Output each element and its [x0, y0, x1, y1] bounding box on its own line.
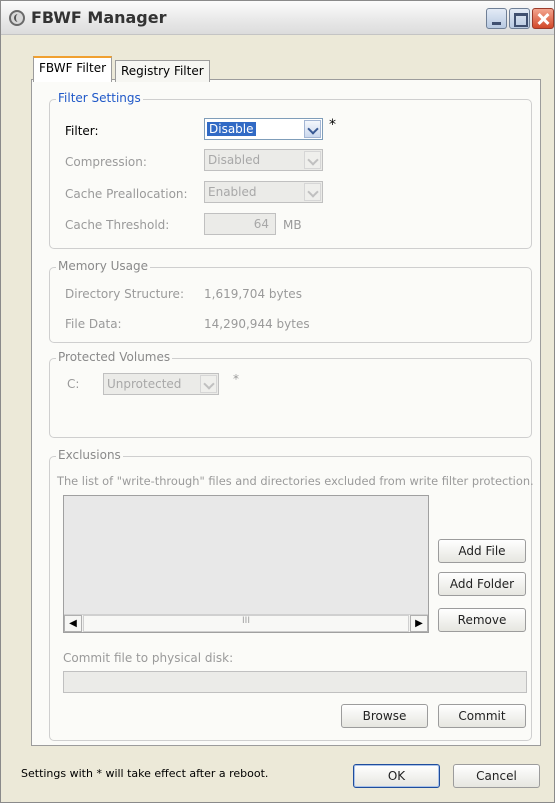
cache-threshold-unit: MB — [283, 218, 302, 232]
close-button[interactable] — [532, 8, 554, 29]
ok-button[interactable]: OK — [353, 764, 440, 788]
tab-fbwf-filter[interactable]: FBWF Filter — [33, 56, 113, 82]
protected-volumes-title: Protected Volumes — [56, 350, 173, 364]
browse-button[interactable]: Browse — [341, 704, 428, 728]
tab-registry-filter[interactable]: Registry Filter — [115, 60, 210, 82]
compression-value: Disabled — [208, 153, 261, 167]
fbwf-manager-window: FBWF Manager FBWF Filter Registry Filter… — [0, 0, 555, 803]
filter-settings-title: Filter Settings — [56, 91, 143, 105]
filter-dropdown[interactable]: Disable — [204, 118, 323, 140]
drive-label: C: — [67, 377, 80, 391]
file-data-label: File Data: — [65, 317, 122, 331]
reboot-asterisk: * — [329, 117, 336, 133]
app-icon — [9, 10, 25, 26]
scroll-right-icon[interactable]: ▶ — [410, 615, 428, 632]
commit-path-input[interactable] — [63, 671, 527, 693]
protected-volumes-group: Protected Volumes — [49, 350, 532, 438]
add-folder-button[interactable]: Add Folder — [438, 572, 526, 596]
commit-label: Commit file to physical disk: — [63, 651, 234, 665]
scroll-thumb[interactable]: III — [83, 615, 409, 632]
reboot-note: Settings with * will take effect after a… — [21, 767, 269, 780]
volume-reboot-asterisk: * — [233, 372, 239, 386]
cache-preallocation-dropdown[interactable]: Enabled — [204, 181, 323, 203]
title-bar[interactable]: FBWF Manager — [1, 1, 554, 35]
volume-protection-dropdown[interactable]: Unprotected — [103, 373, 219, 395]
exclusions-description: The list of "write-through" files and di… — [57, 474, 534, 488]
cache-preallocation-value: Enabled — [208, 185, 257, 199]
chevron-down-icon[interactable] — [304, 151, 321, 169]
maximize-button[interactable] — [509, 8, 530, 29]
scroll-left-icon[interactable]: ◀ — [64, 615, 82, 632]
filter-label: Filter: — [65, 124, 99, 138]
chevron-down-icon[interactable] — [304, 183, 321, 201]
memory-usage-title: Memory Usage — [56, 259, 151, 273]
compression-dropdown[interactable]: Disabled — [204, 149, 323, 171]
cache-preallocation-label: Cache Preallocation: — [65, 187, 188, 201]
directory-structure-label: Directory Structure: — [65, 287, 184, 301]
remove-button[interactable]: Remove — [438, 608, 526, 632]
memory-usage-group: Memory Usage — [49, 259, 532, 343]
filter-value: Disable — [207, 122, 256, 136]
horizontal-scrollbar[interactable]: ◀ III ▶ — [64, 614, 428, 632]
chevron-down-icon[interactable] — [200, 375, 217, 393]
volume-protection-value: Unprotected — [107, 377, 182, 391]
compression-label: Compression: — [65, 155, 147, 169]
cancel-button[interactable]: Cancel — [453, 764, 540, 788]
minimize-button[interactable] — [486, 8, 507, 29]
cache-threshold-label: Cache Threshold: — [65, 218, 170, 232]
file-data-value: 14,290,944 bytes — [204, 317, 310, 331]
cache-threshold-input[interactable]: 64 — [204, 213, 276, 235]
directory-structure-value: 1,619,704 bytes — [204, 287, 302, 301]
chevron-down-icon[interactable] — [304, 120, 321, 138]
exclusions-title: Exclusions — [56, 448, 123, 462]
exclusions-list[interactable]: ◀ III ▶ — [63, 495, 429, 633]
window-title: FBWF Manager — [31, 8, 167, 27]
add-file-button[interactable]: Add File — [438, 539, 526, 563]
commit-button[interactable]: Commit — [438, 704, 526, 728]
